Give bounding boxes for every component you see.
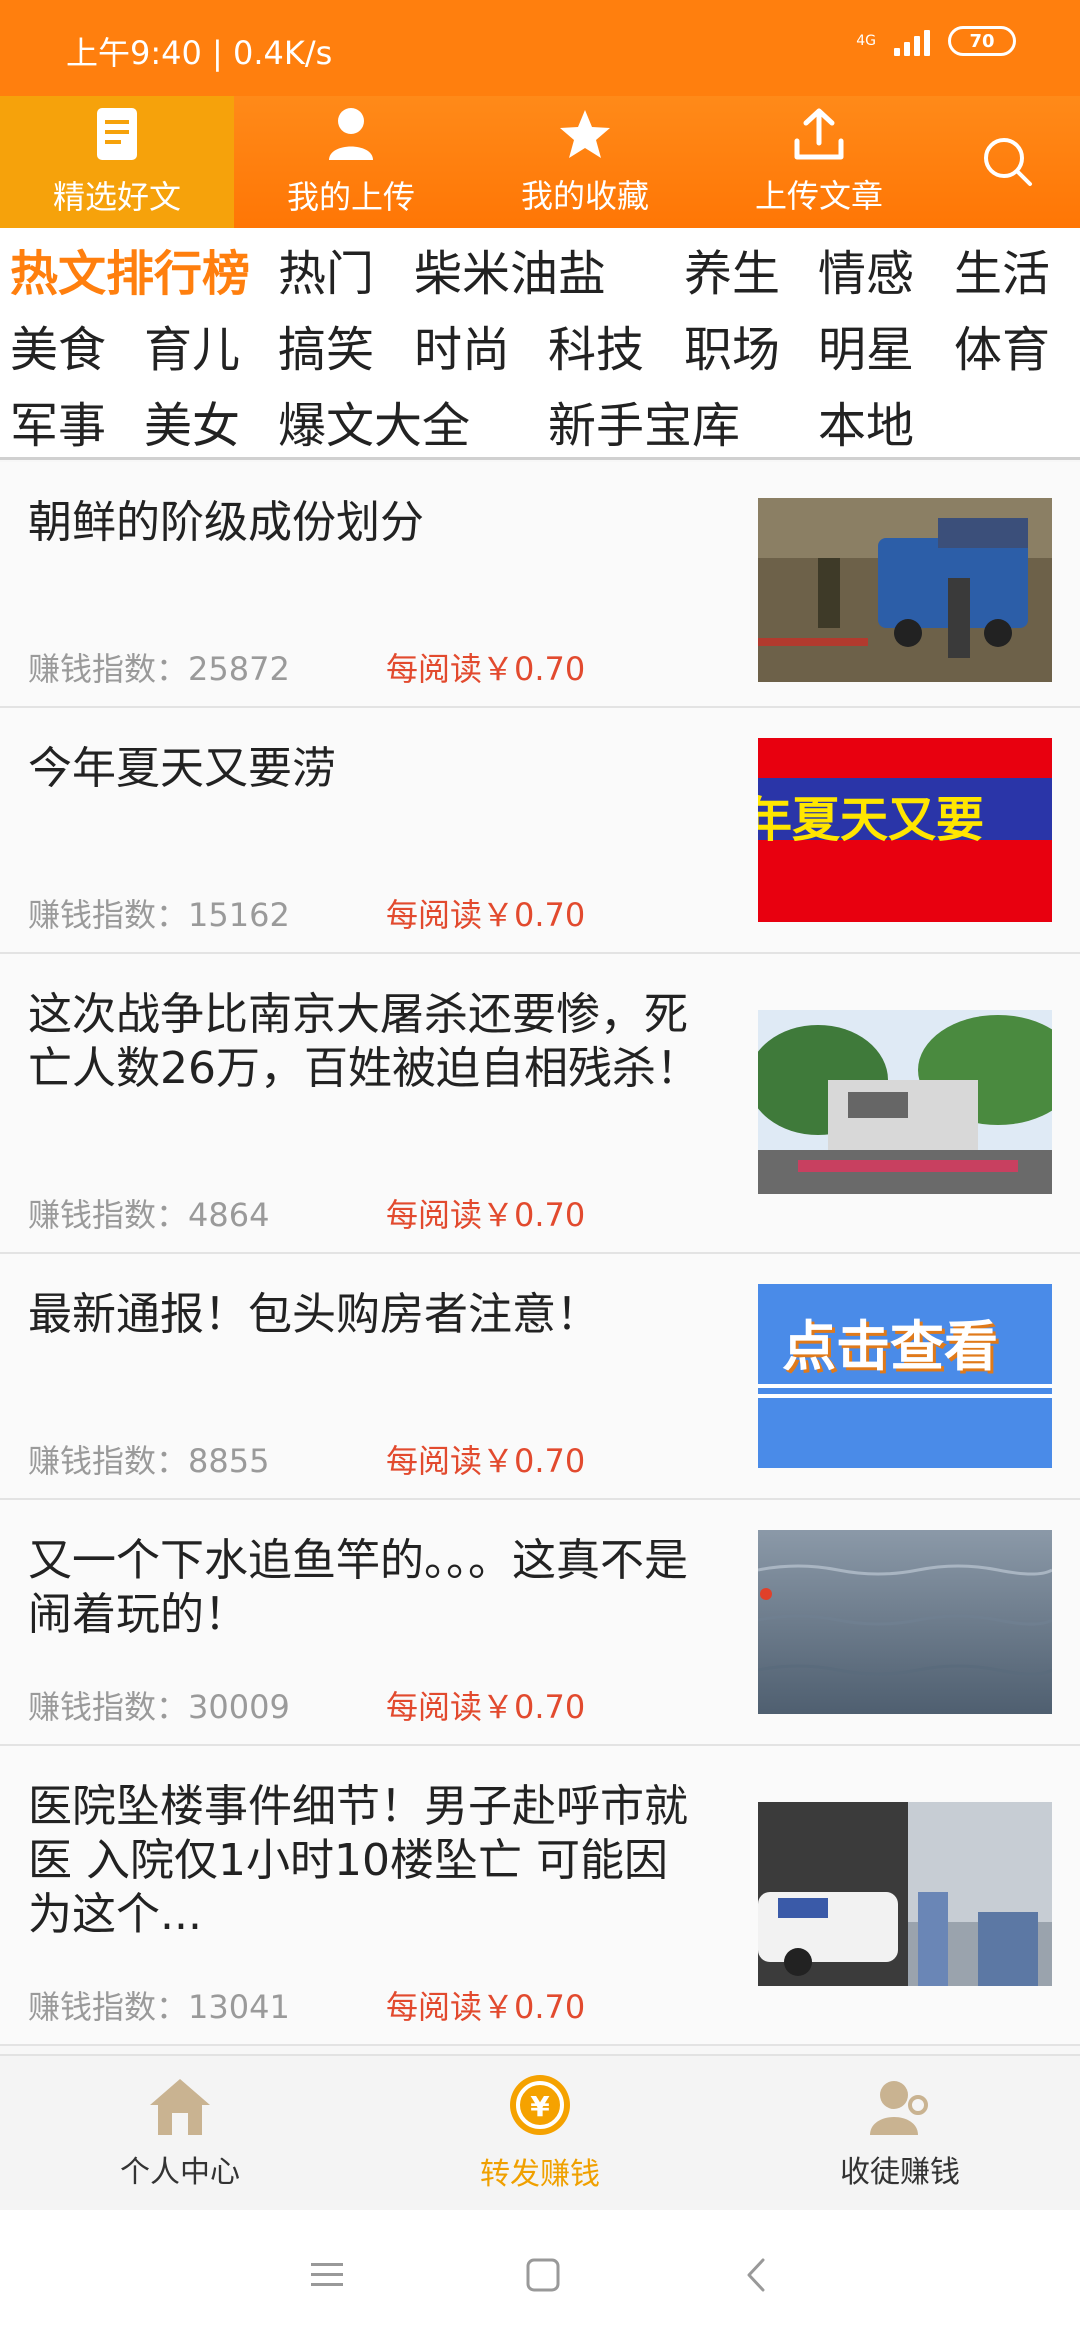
top-nav: 精选好文 我的上传 我的收藏 上传文章 xyxy=(0,96,1080,228)
thumbnail-text: 年夏天又要 xyxy=(758,792,985,848)
category-item[interactable]: 育儿 xyxy=(144,310,240,380)
status-icons: 4G 70 xyxy=(856,26,1016,56)
category-item[interactable]: 体育 xyxy=(954,310,1050,380)
tab-personal-center[interactable]: 个人中心 xyxy=(0,2056,360,2210)
home-square-icon[interactable] xyxy=(525,2257,561,2293)
search-icon xyxy=(984,138,1032,186)
battery-level: 70 xyxy=(969,30,995,52)
tab-recruit-earn[interactable]: 收徒赚钱 xyxy=(720,2056,1080,2210)
topnav-my-uploads-label: 我的上传 xyxy=(286,178,415,216)
article-thumbnail xyxy=(758,1802,1052,1986)
article-title: 最新通报！包头购房者注意！ xyxy=(28,1289,600,1340)
tab-label: 收徒赚钱 xyxy=(840,2155,960,2190)
article-thumbnail xyxy=(758,1010,1052,1194)
list-item[interactable]: 又一个下水追鱼竿的。。。这真不是闹着玩的！ 赚钱指数：30009 每阅读￥0.7… xyxy=(0,1500,1080,1746)
category-item[interactable]: 科技 xyxy=(548,310,644,380)
article-score: 赚钱指数：4864 xyxy=(28,1196,270,1234)
topnav-my-uploads[interactable]: 我的上传 xyxy=(234,96,468,228)
category-item[interactable]: 时尚 xyxy=(414,310,510,380)
document-icon xyxy=(97,108,137,160)
article-price: 每阅读￥0.70 xyxy=(386,1988,586,2026)
topnav-featured-label: 精选好文 xyxy=(52,178,181,216)
article-price: 每阅读￥0.70 xyxy=(386,650,586,688)
article-score: 赚钱指数：15162 xyxy=(28,896,290,934)
upload-icon xyxy=(794,108,844,160)
category-item[interactable]: 美食 xyxy=(10,310,106,380)
bottom-tab-bar: 个人中心 ¥ 转发赚钱 收徒赚钱 xyxy=(0,2054,1080,2210)
signal-icon xyxy=(894,26,930,56)
article-price: 每阅读￥0.70 xyxy=(386,1442,586,1480)
list-item[interactable]: 最新通报！包头购房者注意！ 赚钱指数：8855 每阅读￥0.70 点击查看 xyxy=(0,1254,1080,1500)
article-thumbnail xyxy=(758,498,1052,682)
article-title: 今年夏天又要涝 xyxy=(28,743,336,794)
article-list: 朝鲜的阶级成份划分 赚钱指数：25872 每阅读￥0.70 今年夏天又要涝 赚钱… xyxy=(0,462,1080,2046)
star-icon xyxy=(560,110,610,158)
category-item[interactable]: 情感 xyxy=(818,234,914,304)
article-thumbnail xyxy=(758,1530,1052,1714)
category-item[interactable]: 明星 xyxy=(818,310,914,380)
category-item[interactable]: 本地 xyxy=(818,386,914,456)
article-score: 赚钱指数：30009 xyxy=(28,1688,290,1726)
list-item[interactable]: 今年夏天又要涝 赚钱指数：15162 每阅读￥0.70 年夏天又要 xyxy=(0,708,1080,954)
menu-icon[interactable] xyxy=(309,2260,345,2290)
category-item[interactable]: 柴米油盐 xyxy=(414,234,606,304)
list-item[interactable]: 医院坠楼事件细节！男子赴呼市就医 入院仅1小时10楼坠亡 可能因为这个... 赚… xyxy=(0,1746,1080,2046)
article-price: 每阅读￥0.70 xyxy=(386,896,586,934)
thumbnail-text: 点击查看 xyxy=(782,1315,998,1378)
category-item[interactable]: 新手宝库 xyxy=(548,386,740,456)
user-icon xyxy=(329,108,373,160)
category-item[interactable]: 生活 xyxy=(954,234,1050,304)
svg-text:¥: ¥ xyxy=(530,2090,550,2123)
article-title: 朝鲜的阶级成份划分 xyxy=(28,497,424,548)
home-icon xyxy=(150,2079,210,2135)
topnav-favorites[interactable]: 我的收藏 xyxy=(468,96,702,228)
thumbnail-image xyxy=(758,1530,1052,1714)
tab-forward-earn[interactable]: ¥ 转发赚钱 xyxy=(360,2056,720,2210)
list-item[interactable]: 朝鲜的阶级成份划分 赚钱指数：25872 每阅读￥0.70 xyxy=(0,462,1080,708)
topnav-favorites-label: 我的收藏 xyxy=(520,177,649,215)
topnav-featured[interactable]: 精选好文 xyxy=(0,96,234,228)
article-score: 赚钱指数：13041 xyxy=(28,1988,290,2026)
network-badge: 4G xyxy=(856,33,876,49)
category-item[interactable]: 美女 xyxy=(144,386,240,456)
category-hot-ranking[interactable]: 热文排行榜 xyxy=(10,234,250,304)
article-title: 医院坠楼事件细节！男子赴呼市就医 入院仅1小时10楼坠亡 可能因为这个... xyxy=(28,1781,688,1940)
category-grid: 热文排行榜 热门 柴米油盐 养生 情感 生活 美食 育儿 搞笑 时尚 科技 职场… xyxy=(0,228,1080,460)
thumbnail-image xyxy=(758,1010,1052,1194)
tab-label: 个人中心 xyxy=(120,2155,240,2190)
topnav-upload-article-label: 上传文章 xyxy=(754,177,883,215)
article-score: 赚钱指数：25872 xyxy=(28,650,290,688)
status-bar: 上午9:40 | 0.4K/s 4G 70 xyxy=(0,0,1080,96)
article-price: 每阅读￥0.70 xyxy=(386,1196,586,1234)
status-time: 上午9:40 | 0.4K/s xyxy=(66,34,333,72)
coin-icon: ¥ xyxy=(510,2075,570,2135)
article-title: 又一个下水追鱼竿的。。。这真不是闹着玩的！ xyxy=(28,1535,688,1640)
category-item[interactable]: 爆文大全 xyxy=(278,386,470,456)
category-item[interactable]: 职场 xyxy=(684,310,780,380)
article-thumbnail: 年夏天又要 xyxy=(758,738,1052,922)
search-button[interactable] xyxy=(936,96,1080,228)
battery-icon: 70 xyxy=(948,26,1016,56)
tab-label: 转发赚钱 xyxy=(480,2157,600,2192)
topnav-upload-article[interactable]: 上传文章 xyxy=(702,96,936,228)
apprentice-icon xyxy=(870,2081,928,2135)
article-score: 赚钱指数：8855 xyxy=(28,1442,270,1480)
list-item[interactable]: 这次战争比南京大屠杀还要惨，死亡人数26万，百姓被迫自相残杀！ 赚钱指数：486… xyxy=(0,954,1080,1254)
thumbnail-image xyxy=(758,498,1052,682)
category-item[interactable]: 军事 xyxy=(10,386,106,456)
category-item[interactable]: 养生 xyxy=(684,234,780,304)
back-icon[interactable] xyxy=(741,2257,771,2293)
article-thumbnail: 点击查看 xyxy=(758,1284,1052,1468)
article-title: 这次战争比南京大屠杀还要惨，死亡人数26万，百姓被迫自相残杀！ xyxy=(28,989,700,1094)
article-price: 每阅读￥0.70 xyxy=(386,1688,586,1726)
category-item[interactable]: 搞笑 xyxy=(278,310,374,380)
category-item[interactable]: 热门 xyxy=(278,234,374,304)
thumbnail-image xyxy=(758,1802,1052,1986)
system-nav-bar xyxy=(0,2210,1080,2340)
